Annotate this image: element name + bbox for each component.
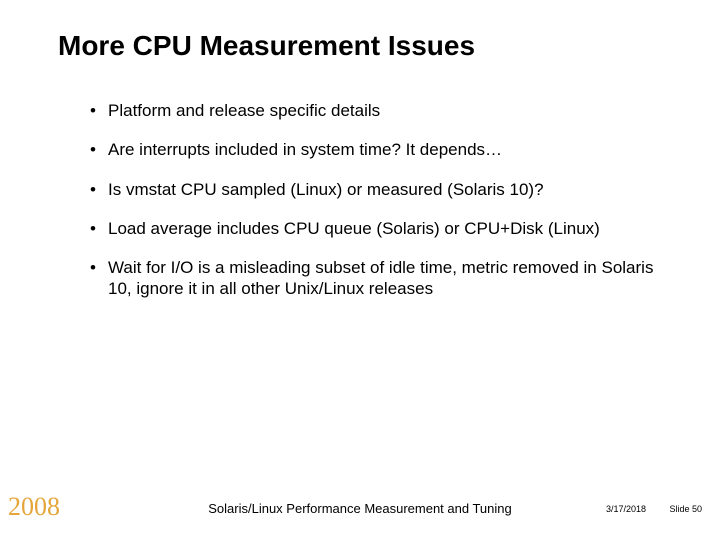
bullet-item: Are interrupts included in system time? … xyxy=(90,139,660,160)
bullet-item: Wait for I/O is a misleading subset of i… xyxy=(90,257,660,300)
slide-title: More CPU Measurement Issues xyxy=(58,30,670,62)
footer-slide-number: Slide 50 xyxy=(669,504,702,514)
bullet-list: Platform and release specific details Ar… xyxy=(90,100,660,300)
footer: 2008 Solaris/Linux Performance Measureme… xyxy=(0,494,720,524)
bullet-item: Platform and release specific details xyxy=(90,100,660,121)
footer-date: 3/17/2018 xyxy=(606,504,646,514)
slide: More CPU Measurement Issues Platform and… xyxy=(0,0,720,540)
bullet-item: Is vmstat CPU sampled (Linux) or measure… xyxy=(90,179,660,200)
bullet-item: Load average includes CPU queue (Solaris… xyxy=(90,218,660,239)
